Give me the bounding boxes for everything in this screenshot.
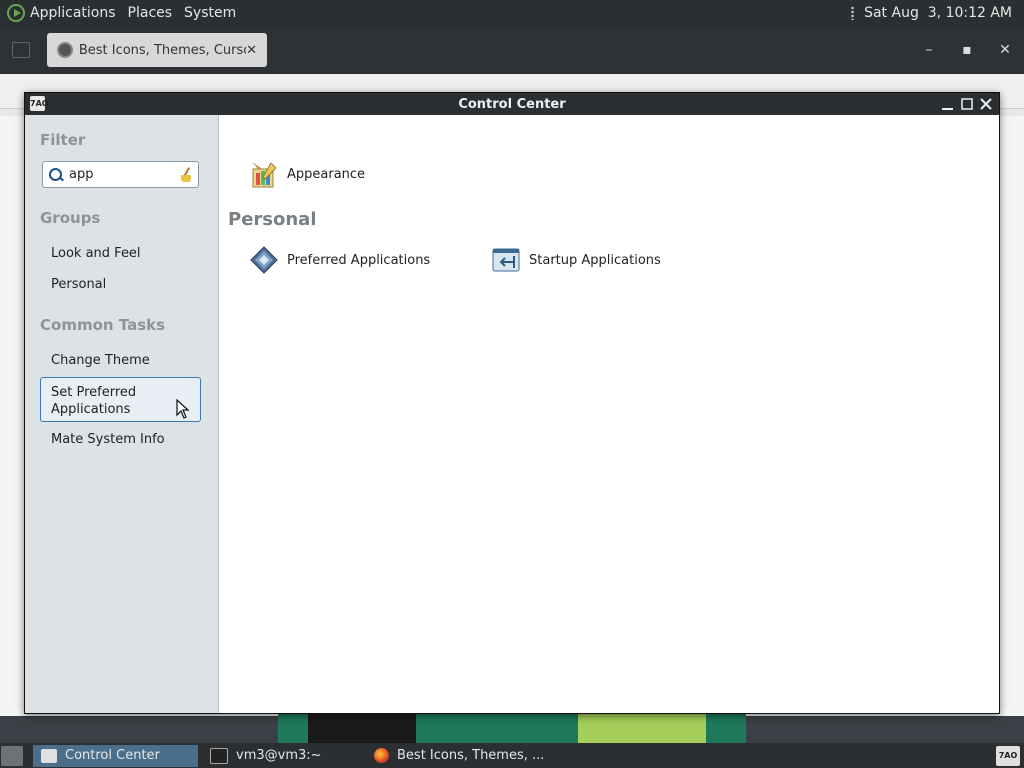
control-center-window: 7AO Control Center Filter Groups Look an (24, 92, 1000, 714)
control-center-titlebar[interactable]: 7AO Control Center (25, 93, 999, 115)
tab-close-icon[interactable]: ✕ (246, 43, 257, 58)
common-tasks-heading: Common Tasks (40, 316, 166, 334)
applet-preferred-applications-label: Preferred Applications (287, 252, 431, 268)
task-control-center-label: Control Center (65, 748, 160, 763)
browser-minimize-icon[interactable]: – (910, 42, 948, 58)
task-firefox[interactable]: Best Icons, Themes, ... (366, 745, 566, 767)
maximize-icon[interactable] (957, 93, 976, 115)
system-menu[interactable]: System (184, 5, 236, 21)
clock[interactable]: Sat Aug 3, 10:12 AM (864, 5, 1012, 21)
minimize-icon[interactable] (938, 93, 957, 115)
applet-startup-applications-label: Startup Applications (529, 252, 661, 268)
preferred-applications-icon (249, 245, 279, 275)
sidebar: Filter Groups Look and Feel Personal Com… (25, 115, 219, 713)
startup-applications-icon (491, 245, 521, 275)
search-icon (49, 167, 63, 182)
task-firefox-label: Best Icons, Themes, ... (397, 748, 545, 763)
applets-view: Appearance Personal Preferred Applicatio… (219, 115, 999, 713)
clear-filter-icon[interactable] (181, 167, 193, 183)
applications-menu[interactable]: Applications (30, 5, 116, 21)
appearance-icon (249, 159, 279, 189)
groups-heading: Groups (40, 209, 101, 227)
applet-preferred-applications[interactable]: Preferred Applications (249, 245, 430, 275)
task-mate-system-info[interactable]: Mate System Info (51, 432, 165, 447)
filter-field[interactable] (42, 161, 199, 188)
firefox-icon (374, 748, 389, 763)
tray-control-center-icon[interactable]: 7AO (996, 745, 1020, 766)
task-terminal-label: vm3@vm3:~ (236, 748, 322, 763)
task-control-center[interactable]: Control Center (33, 744, 198, 767)
browser-tabbar: Best Icons, Themes, Curson ✕ – ▪ ✕ (0, 26, 1024, 74)
browser-tab-title: Best Icons, Themes, Curson (78, 42, 247, 58)
browser-page-footer (278, 714, 746, 744)
bottom-taskbar: Control Center vm3@vm3:~ Best Icons, The… (0, 743, 1024, 768)
personal-section-heading: Personal (228, 209, 317, 230)
control-center-task-icon (41, 748, 57, 763)
places-menu[interactable]: Places (128, 5, 173, 21)
browser-close-icon[interactable]: ✕ (986, 42, 1024, 58)
task-change-theme[interactable]: Change Theme (51, 353, 150, 368)
group-look-and-feel[interactable]: Look and Feel (51, 246, 141, 261)
task-set-preferred-line1: Set Preferred (51, 385, 137, 400)
applet-appearance-label: Appearance (287, 166, 366, 182)
top-panel: Applications Places System Sat Aug 3, 10… (0, 0, 1024, 26)
task-terminal[interactable]: vm3@vm3:~ (202, 745, 362, 767)
control-center-app-icon[interactable]: 7AO (30, 96, 49, 111)
filter-input[interactable] (69, 167, 169, 182)
tab-list-icon[interactable] (12, 42, 30, 58)
window-title: Control Center (458, 96, 566, 112)
thumbnail-light (578, 714, 706, 744)
task-set-preferred-line2: Applications (51, 402, 131, 417)
show-desktop-icon[interactable] (1, 745, 23, 766)
mate-logo-icon[interactable] (7, 4, 25, 22)
panel-handle-icon (851, 6, 855, 20)
close-icon[interactable] (976, 93, 995, 115)
filter-heading: Filter (40, 131, 86, 149)
browser-tab[interactable]: Best Icons, Themes, Curson ✕ (47, 33, 267, 67)
browser-maximize-icon[interactable]: ▪ (948, 42, 986, 58)
applet-startup-applications[interactable]: Startup Applications (491, 245, 661, 275)
terminal-icon (210, 747, 228, 764)
applet-appearance[interactable]: Appearance (249, 159, 365, 189)
group-personal[interactable]: Personal (51, 277, 106, 292)
tab-favicon-icon (57, 42, 73, 58)
thumbnail-dark (308, 714, 416, 744)
